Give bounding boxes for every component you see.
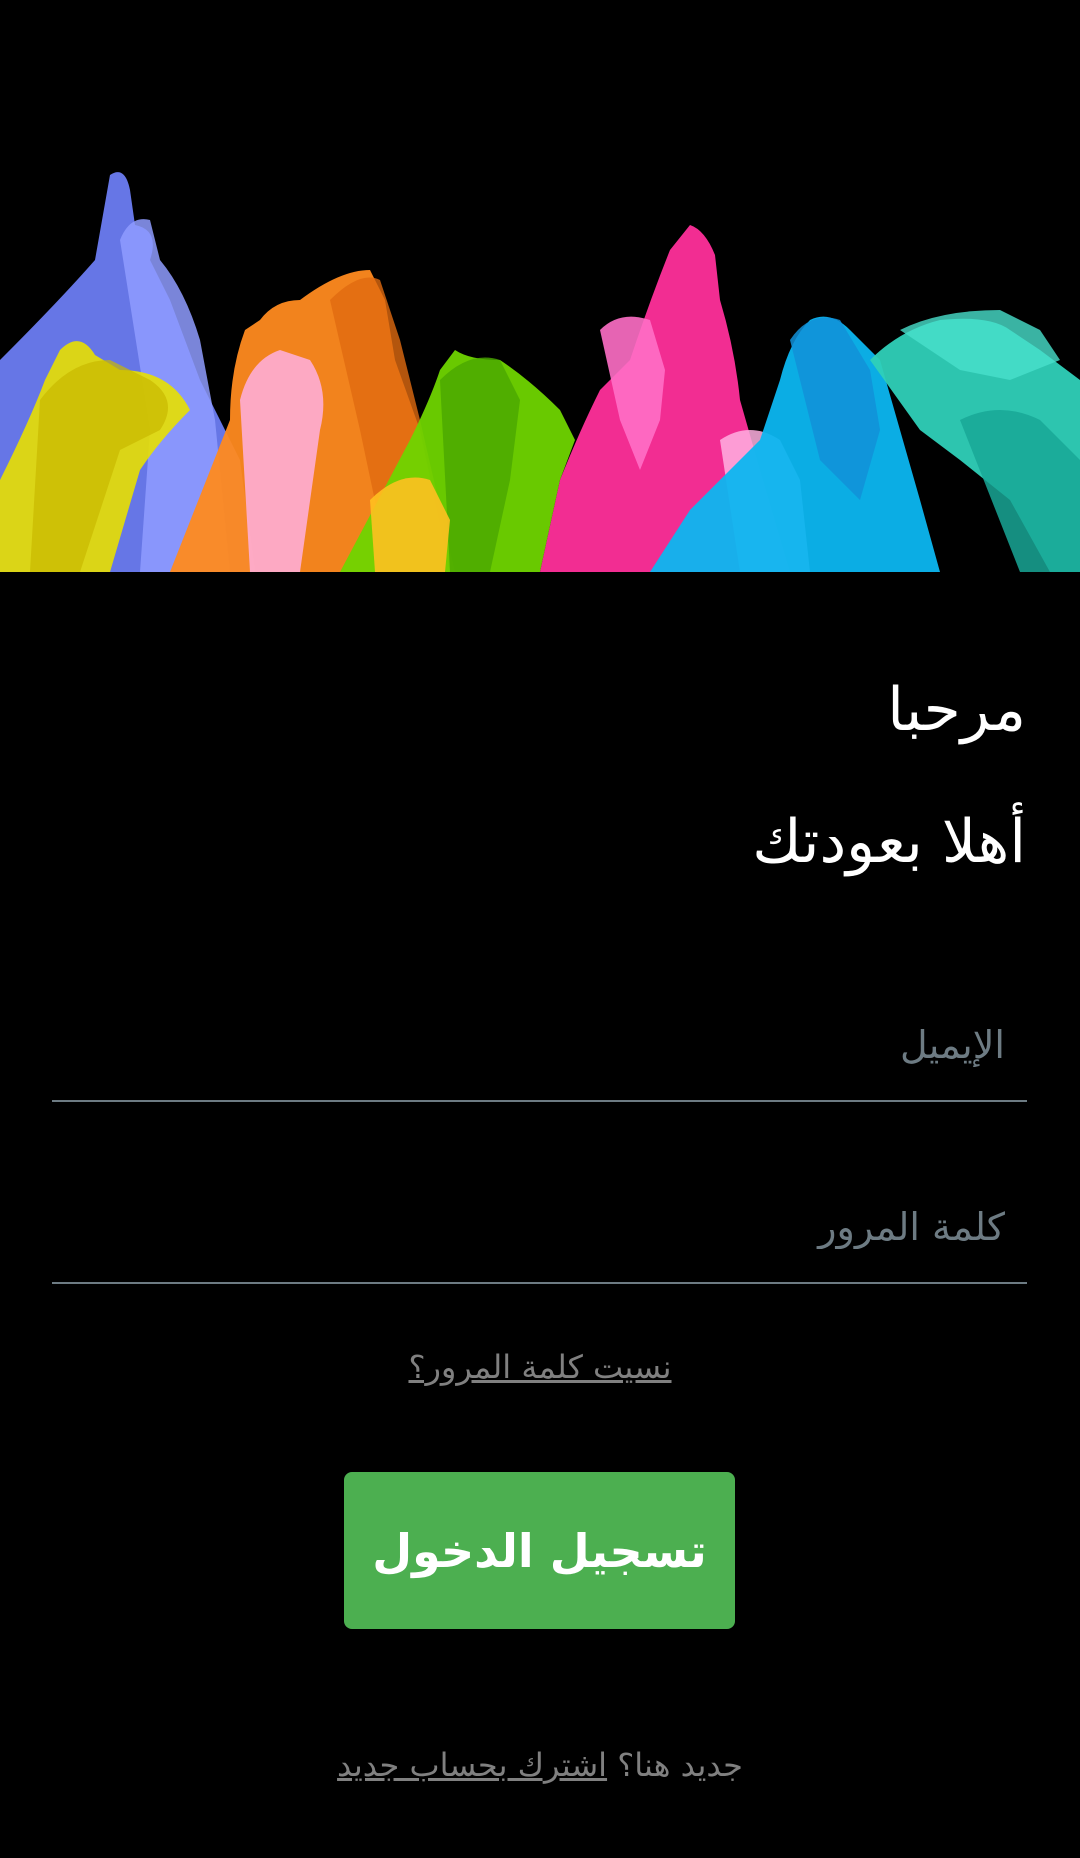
login-button[interactable]: تسجيل الدخول <box>344 1472 735 1629</box>
signup-row: جديد هنا؟ اشترك بحساب جديد <box>0 1746 1080 1784</box>
email-field <box>52 990 1027 1102</box>
greeting-hello: مرحبا <box>887 675 1026 745</box>
hero-illustration <box>0 0 1080 572</box>
raised-hands-image <box>0 172 1080 572</box>
password-field <box>52 1172 1027 1284</box>
email-input[interactable] <box>52 990 1027 1100</box>
forgot-password-link[interactable]: نسيت كلمة المرور؟ <box>0 1348 1080 1386</box>
greeting-welcome-back: أهلا بعودتك <box>752 807 1026 877</box>
signup-link[interactable]: اشترك بحساب جديد <box>337 1746 607 1784</box>
signup-prompt: جديد هنا؟ <box>617 1746 743 1784</box>
password-input[interactable] <box>52 1172 1027 1282</box>
